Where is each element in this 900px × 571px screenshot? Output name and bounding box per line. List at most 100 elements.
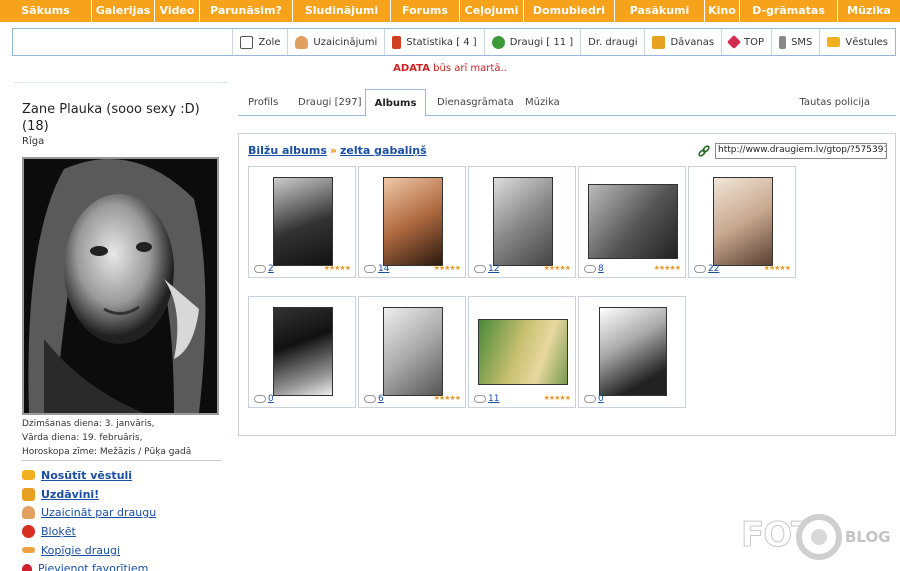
comment-count[interactable]: 0 — [584, 394, 604, 404]
rating-stars: ★★★★★ — [323, 264, 351, 272]
invite-icon — [22, 506, 35, 520]
tab-police[interactable]: Tautas policija — [799, 89, 870, 116]
main-content: Profils Draugi [297] Albums Dienasgrāmat… — [238, 82, 896, 571]
horoscope: Horoskopa zīme: Mežāzis / Pūķa gadā — [22, 447, 192, 457]
toolbar-friends-of-friends[interactable]: Dr. draugi — [580, 29, 644, 55]
mail-icon — [827, 37, 841, 47]
toolbar-invites[interactable]: Uzaicinājumi — [287, 29, 384, 55]
profile-name: Zane Plauka (sooo sexy :D) (18) — [22, 102, 200, 134]
photo-thumb[interactable] — [588, 184, 678, 259]
toolbar-friends[interactable]: Draugi [ 11 ] — [483, 29, 580, 55]
profile-info: Dzimšanas diena: 3. janvāris, Vārda dien… — [22, 417, 191, 459]
nav-item-dgramatas[interactable]: D-grāmatas — [740, 0, 838, 22]
photo-item[interactable]: 22 ★★★★★ — [688, 166, 796, 278]
send-message-link[interactable]: Nosūtīt vēstuli — [22, 466, 228, 485]
photo-thumb[interactable] — [599, 307, 667, 396]
nav-item-video[interactable]: Video — [155, 0, 200, 22]
album-link-field[interactable]: http://www.draugiem.lv/gtop/?57539150 — [715, 143, 887, 159]
photo-item[interactable]: 0 — [248, 296, 356, 408]
breadcrumb-root[interactable]: Bilžu albums — [248, 144, 327, 157]
profile-photo[interactable] — [22, 157, 219, 415]
comment-count[interactable]: 0 — [254, 394, 274, 404]
photo-thumb[interactable] — [383, 177, 443, 266]
announcement[interactable]: ADATA būs arī martā.. — [0, 63, 900, 74]
nav-item-muzika[interactable]: Mūzika — [838, 0, 900, 22]
photo-thumb[interactable] — [383, 307, 443, 396]
nav-item-kino[interactable]: Kino — [705, 0, 740, 22]
comment-bubble-icon — [474, 395, 486, 403]
photo-thumb[interactable] — [273, 177, 333, 266]
stats-icon — [392, 35, 402, 49]
toolbar-zole[interactable]: Zole — [232, 29, 287, 55]
comment-bubble-icon — [694, 265, 706, 273]
nav-item-domubiedri[interactable]: Domubiedri — [524, 0, 615, 22]
globe-icon — [491, 35, 505, 49]
rating-stars: ★★★★★ — [543, 394, 571, 402]
breadcrumb-separator: » — [329, 144, 338, 157]
photo-thumb[interactable] — [493, 177, 553, 266]
toolbar-gifts[interactable]: Dāvanas — [644, 29, 721, 55]
nav-item-parunasim[interactable]: Parunāsim? — [200, 0, 293, 22]
comment-bubble-icon — [474, 265, 486, 273]
comment-count[interactable]: 22 — [694, 264, 719, 274]
photo-item[interactable]: 14 ★★★★★ — [358, 166, 466, 278]
gift-icon — [652, 35, 666, 49]
photo-thumb[interactable] — [478, 319, 568, 385]
rating-stars: ★★★★★ — [653, 264, 681, 272]
give-gift-link[interactable]: Uzdāvini! — [22, 485, 228, 504]
comment-count[interactable]: 2 — [254, 264, 274, 274]
camera-lens-icon — [796, 514, 842, 560]
toolbar-messages[interactable]: Vēstules — [819, 29, 895, 55]
heart-icon — [22, 563, 32, 571]
block-link[interactable]: Bloķēt — [22, 522, 228, 541]
comment-count[interactable]: 11 — [474, 394, 499, 404]
photo-item[interactable]: 12 ★★★★★ — [468, 166, 576, 278]
tab-profils[interactable]: Profils — [248, 89, 278, 116]
comment-count[interactable]: 8 — [584, 264, 604, 274]
toolbar-sms[interactable]: SMS — [771, 29, 819, 55]
profile-sidebar: Zane Plauka (sooo sexy :D) (18) Rīga Dzim… — [14, 82, 228, 571]
profile-city: Rīga — [22, 136, 45, 147]
toolbar-stats[interactable]: Statistika [ 4 ] — [384, 29, 483, 55]
nav-item-sludinajumi[interactable]: Sludinājumi — [293, 0, 391, 22]
comment-bubble-icon — [364, 265, 376, 273]
tab-albums[interactable]: Albums — [365, 89, 426, 117]
add-favorite-link[interactable]: Pievienot favorītiem — [22, 559, 228, 571]
photo-item[interactable]: 8 ★★★★★ — [578, 166, 686, 278]
comment-bubble-icon — [254, 395, 266, 403]
nav-item-forums[interactable]: Forums — [391, 0, 460, 22]
rating-stars: ★★★★★ — [433, 264, 461, 272]
link-icon — [698, 145, 710, 157]
cards-icon — [240, 35, 254, 49]
tab-dienasgramata[interactable]: Dienasgrāmata — [437, 89, 514, 116]
divider — [22, 460, 222, 461]
album-panel: Bilžu albums» zelta gabaliņš http://www.d… — [238, 133, 896, 436]
comment-count[interactable]: 6 — [364, 394, 384, 404]
comment-count[interactable]: 14 — [364, 264, 389, 274]
breadcrumb-current[interactable]: zelta gabaliņš — [340, 144, 427, 157]
rating-stars: ★★★★★ — [433, 394, 461, 402]
photo-thumb[interactable] — [273, 307, 333, 396]
tab-muzika[interactable]: Mūzika — [525, 89, 560, 116]
invite-friend-link[interactable]: Uzaicināt par draugu — [22, 503, 228, 522]
arrows-icon — [22, 547, 35, 554]
photo-item[interactable]: 11 ★★★★★ — [468, 296, 576, 408]
nav-item-pasakumi[interactable]: Pasākumi — [615, 0, 705, 22]
nameday: Vārda diena: 19. februāris, — [22, 433, 143, 443]
phone-icon — [779, 35, 787, 49]
comment-count[interactable]: 12 — [474, 264, 499, 274]
common-friends-link[interactable]: Kopīgie draugi — [22, 541, 228, 560]
photo-item[interactable]: 0 — [578, 296, 686, 408]
comment-bubble-icon — [364, 395, 376, 403]
photo-thumb[interactable] — [713, 177, 773, 266]
nav-item-galerijas[interactable]: Galerijas — [92, 0, 155, 22]
comment-bubble-icon — [584, 265, 596, 273]
photo-item[interactable]: 2 ★★★★★ — [248, 166, 356, 278]
photo-item[interactable]: 6 ★★★★★ — [358, 296, 466, 408]
tab-draugi[interactable]: Draugi [297] — [298, 89, 361, 116]
user-toolbar: Zole Uzaicinājumi Statistika [ 4 ] Draug… — [12, 28, 896, 56]
nav-item-celojumi[interactable]: Ceļojumi — [460, 0, 524, 22]
comment-bubble-icon — [584, 395, 596, 403]
nav-item-sakums[interactable]: Sākums — [0, 0, 92, 22]
toolbar-top[interactable]: TOP — [721, 29, 771, 55]
